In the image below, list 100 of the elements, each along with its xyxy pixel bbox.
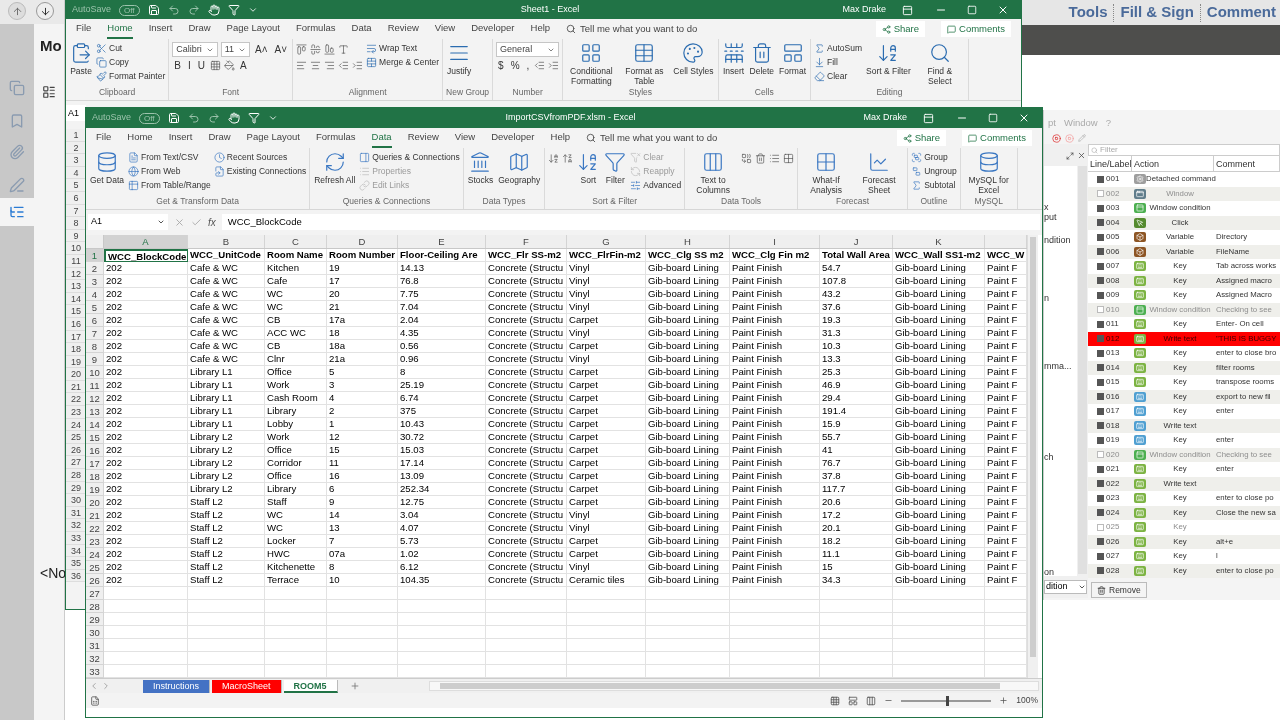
page-break-icon[interactable]: [866, 695, 877, 706]
confirm-icon[interactable]: [191, 216, 202, 228]
empty-cell[interactable]: [486, 652, 567, 665]
close-icon[interactable]: [997, 4, 1009, 16]
ribbon-tab[interactable]: Help: [530, 19, 551, 39]
page-down-button[interactable]: [36, 2, 54, 20]
share-button[interactable]: Share: [896, 130, 947, 146]
column-header[interactable]: A: [104, 235, 188, 248]
empty-cell[interactable]: [265, 613, 327, 626]
macro-record-icon[interactable]: [90, 695, 100, 706]
checkbox[interactable]: [1097, 349, 1104, 357]
ribbon-button[interactable]: Advanced: [630, 179, 682, 192]
list-icon[interactable]: [42, 85, 56, 99]
empty-cell[interactable]: [730, 639, 820, 652]
row-header[interactable]: 21: [86, 509, 104, 522]
ribbon-tab[interactable]: Review: [387, 19, 419, 39]
empty-cell[interactable]: [327, 639, 398, 652]
ribbon-tab[interactable]: View: [434, 19, 456, 39]
checkbox[interactable]: [1097, 509, 1104, 517]
sheet-tab[interactable]: Instructions: [143, 679, 211, 693]
ribbon-button[interactable]: Subtotal: [911, 179, 957, 192]
column-header[interactable]: F: [486, 235, 567, 248]
dropdown-field[interactable]: dition: [1044, 580, 1087, 594]
align-top-icon[interactable]: [296, 44, 308, 55]
flash-fill-icon[interactable]: [741, 153, 753, 164]
ribbon-button[interactable]: Refresh All: [313, 151, 357, 185]
align-left-icon[interactable]: [296, 60, 308, 71]
ribbon-button[interactable]: AutoSum: [814, 42, 862, 55]
filter-icon[interactable]: [227, 4, 240, 16]
sidebar-tab[interactable]: [0, 198, 34, 226]
sheet-tab[interactable]: ROOM5: [283, 679, 338, 693]
row-header[interactable]: 8: [86, 340, 104, 353]
empty-cell[interactable]: [398, 587, 486, 600]
pencil-icon[interactable]: [1078, 134, 1086, 142]
row-header[interactable]: 2: [86, 262, 104, 275]
empty-cell[interactable]: [398, 626, 486, 639]
row-header[interactable]: 9: [86, 353, 104, 366]
undo-icon[interactable]: [187, 112, 200, 124]
ribbon-button[interactable]: Existing Connections: [213, 165, 307, 178]
empty-cell[interactable]: [265, 639, 327, 652]
ribbon-button[interactable]: Delete: [748, 42, 776, 76]
empty-cell[interactable]: [486, 639, 567, 652]
format-toggle[interactable]: B: [172, 58, 183, 73]
align-right-icon[interactable]: [324, 60, 336, 71]
empty-cell[interactable]: [893, 626, 985, 639]
empty-cell[interactable]: [188, 587, 265, 600]
customize-icon[interactable]: [247, 5, 258, 15]
empty-cell[interactable]: [646, 652, 730, 665]
ribbon-button[interactable]: Wrap Text: [366, 42, 440, 55]
ribbon-button[interactable]: Get Data: [89, 151, 126, 185]
ribbon-button[interactable]: Stocks: [466, 151, 495, 185]
column-header[interactable]: Action: [1132, 156, 1214, 171]
empty-cell[interactable]: [893, 587, 985, 600]
empty-cell[interactable]: [567, 626, 646, 639]
list-item[interactable]: ndition: [1044, 234, 1071, 248]
page-layout-icon[interactable]: [848, 695, 859, 706]
ribbon-tab[interactable]: Developer: [491, 128, 535, 148]
ribbon-button[interactable]: Filter: [603, 151, 628, 185]
ribbon-tab[interactable]: File: [96, 128, 112, 148]
checkbox[interactable]: [1097, 378, 1104, 386]
empty-cell[interactable]: [188, 613, 265, 626]
empty-cell[interactable]: [486, 626, 567, 639]
row-header[interactable]: 16: [86, 444, 104, 457]
column-header[interactable]: Comment: [1214, 156, 1280, 171]
maximize-icon[interactable]: [988, 113, 998, 123]
stop-icon[interactable]: [1065, 133, 1074, 143]
checkbox[interactable]: [1097, 219, 1104, 227]
empty-cell[interactable]: [646, 613, 730, 626]
checkbox[interactable]: [1097, 552, 1104, 560]
filter-icon[interactable]: [247, 112, 260, 124]
redo-icon[interactable]: [207, 112, 220, 124]
empty-cell[interactable]: [893, 639, 985, 652]
ribbon-button[interactable]: Cell Styles: [672, 42, 715, 76]
row-header[interactable]: 22: [86, 522, 104, 535]
tell-me-field[interactable]: Tell me what you want to do: [566, 21, 698, 37]
row-header[interactable]: 5: [86, 301, 104, 314]
checkbox[interactable]: [1097, 451, 1104, 459]
ribbon-tab[interactable]: Developer: [471, 19, 515, 39]
column-header[interactable]: D: [327, 235, 398, 248]
empty-cell[interactable]: [567, 652, 646, 665]
checkbox[interactable]: [1097, 567, 1104, 575]
ribbon-tab[interactable]: File: [76, 19, 92, 39]
ribbon-button[interactable]: From Table/Range: [128, 179, 211, 192]
touch-mode-icon[interactable]: [227, 112, 240, 124]
empty-cell[interactable]: [265, 600, 327, 613]
vertical-scrollbar[interactable]: [1078, 166, 1087, 574]
close-icon[interactable]: [1077, 151, 1086, 160]
empty-cell[interactable]: [893, 613, 985, 626]
zoom-slider-thumb[interactable]: [946, 695, 950, 706]
restore-icon[interactable]: [1066, 152, 1074, 160]
maximize-icon[interactable]: [967, 5, 977, 15]
column-header[interactable]: J: [820, 235, 893, 248]
ribbon-tab[interactable]: Review: [407, 128, 439, 148]
ribbon-button[interactable]: Format as Table: [619, 42, 670, 86]
tell-me-field[interactable]: Tell me what you want to do: [586, 130, 718, 146]
empty-cell[interactable]: [265, 587, 327, 600]
row-header[interactable]: 14: [86, 418, 104, 431]
close-icon[interactable]: [1018, 112, 1030, 124]
checkbox[interactable]: [1097, 233, 1104, 241]
checkbox[interactable]: [1097, 248, 1104, 256]
